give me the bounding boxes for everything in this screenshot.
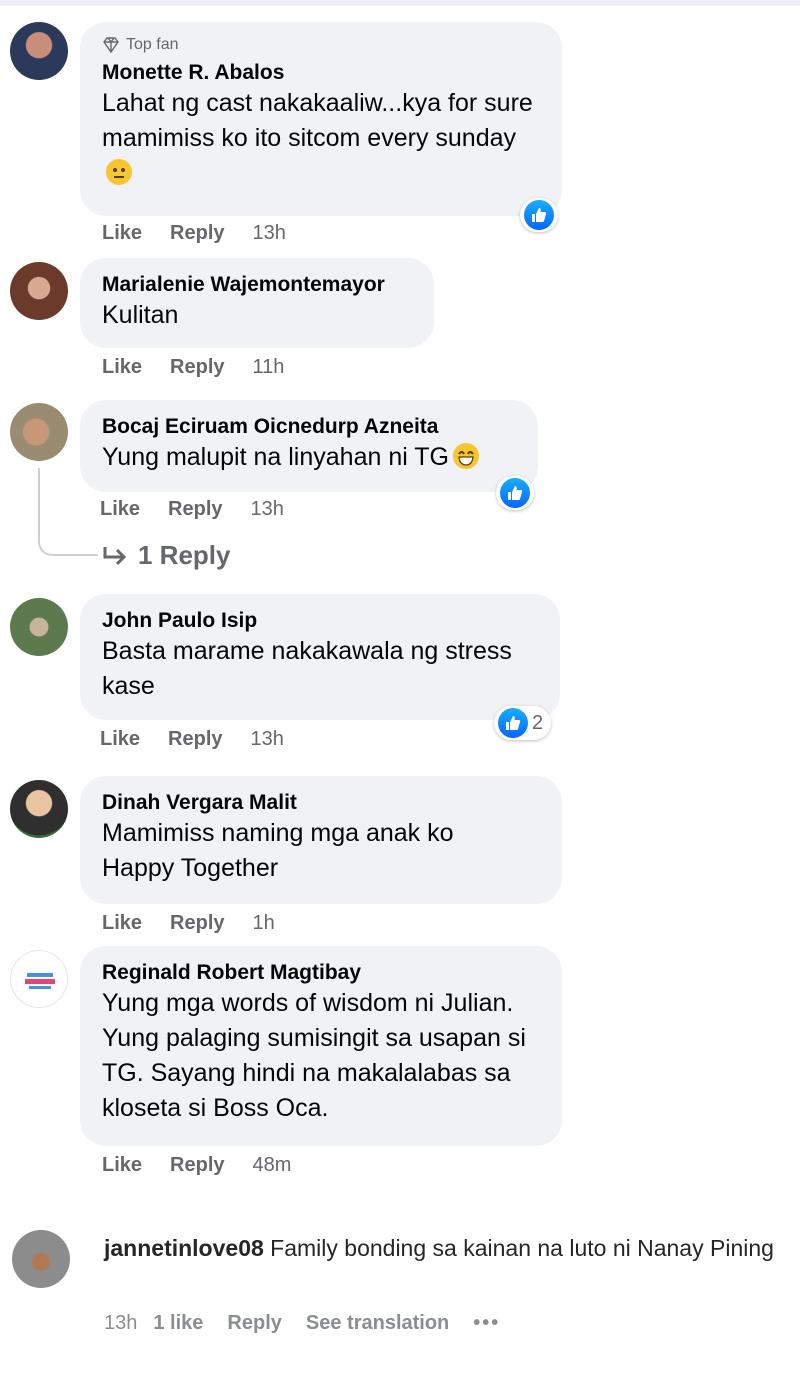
grinning-face-icon <box>453 443 479 469</box>
like-button[interactable]: Like <box>100 498 140 521</box>
comment-text: Lahat ng cast nakakaaliw...kya for sure … <box>102 86 540 191</box>
comment-actions: Like Reply 1h <box>102 912 275 935</box>
ig-commenter-name[interactable]: jannetinlove08 <box>104 1235 264 1261</box>
reply-button[interactable]: Reply <box>168 728 222 751</box>
comment-text: Yung mga words of wisdom ni Julian. Yung… <box>102 989 526 1122</box>
comment-time[interactable]: 13h <box>253 222 286 245</box>
comment-bubble: Dinah Vergara Malit Mamimiss naming mga … <box>80 776 562 904</box>
reaction-badge[interactable] <box>520 198 558 232</box>
comment-actions: Like Reply 13h <box>100 498 284 521</box>
avatar[interactable] <box>10 598 68 656</box>
commenter-name[interactable]: Reginald Robert Magtibay <box>102 960 540 986</box>
commenter-name[interactable]: John Paulo Isip <box>102 608 538 634</box>
reply-button[interactable]: Reply <box>170 222 224 245</box>
thumbs-up-icon <box>498 708 528 738</box>
comment-text-body: Yung malupit na linyahan ni TG <box>102 443 449 471</box>
like-button[interactable]: Like <box>102 1154 142 1177</box>
reply-button[interactable]: Reply <box>170 912 224 935</box>
avatar[interactable] <box>10 262 68 320</box>
commenter-name[interactable]: Monette R. Abalos <box>102 60 540 86</box>
comment-bubble: Marialenie Wajemontemayor Kulitan <box>80 258 434 348</box>
commenter-name[interactable]: Dinah Vergara Malit <box>102 790 540 816</box>
comment-time[interactable]: 13h <box>251 498 284 521</box>
comment-time[interactable]: 13h <box>251 728 284 751</box>
comment-bubble: Reginald Robert Magtibay Yung mga words … <box>80 946 562 1146</box>
avatar[interactable] <box>10 403 68 461</box>
comment-time[interactable]: 1h <box>253 912 275 935</box>
comment-time[interactable]: 48m <box>253 1154 292 1177</box>
comment-actions: Like Reply 48m <box>102 1154 291 1177</box>
reply-button[interactable]: Reply <box>170 356 224 379</box>
comment-bubble: Top fan Monette R. Abalos Lahat ng cast … <box>80 22 562 216</box>
more-options-icon[interactable]: ••• <box>473 1312 500 1335</box>
ig-like-count[interactable]: 1 like <box>153 1312 203 1335</box>
comment-text: Kulitan <box>102 301 179 329</box>
avatar[interactable] <box>10 22 68 80</box>
thumbs-up-icon <box>524 200 554 230</box>
like-button[interactable]: Like <box>102 912 142 935</box>
reaction-badge[interactable]: 2 <box>494 706 552 740</box>
ig-reply-button[interactable]: Reply <box>227 1312 281 1335</box>
comment-actions: Like Reply 11h <box>102 356 284 379</box>
commenter-name[interactable]: Bocaj Eciruam Oicnedurp Azneita <box>102 414 516 440</box>
reply-arrow-icon <box>103 546 127 565</box>
like-button[interactable]: Like <box>102 222 142 245</box>
ig-comment-time[interactable]: 13h <box>104 1312 137 1335</box>
reaction-count: 2 <box>532 711 544 734</box>
commenter-name[interactable]: Marialenie Wajemontemayor <box>102 272 412 298</box>
replies-count-label: 1 Reply <box>138 540 231 570</box>
comment-text-body: Lahat ng cast nakakaaliw...kya for sure … <box>102 89 533 152</box>
see-translation-link[interactable]: See translation <box>306 1312 449 1335</box>
reaction-badge[interactable] <box>496 476 534 510</box>
comment-text: Yung malupit na linyahan ni TG <box>102 440 516 475</box>
neutral-face-icon <box>106 159 132 185</box>
like-button[interactable]: Like <box>100 728 140 751</box>
comment-bubble: John Paulo Isip Basta marame nakakawala … <box>80 594 560 720</box>
top-fan-badge: Top fan <box>102 36 540 54</box>
thumbs-up-icon <box>500 478 530 508</box>
comment-bubble: Bocaj Eciruam Oicnedurp Azneita Yung mal… <box>80 400 538 492</box>
top-divider <box>0 0 800 6</box>
page-logo-avatar[interactable] <box>10 950 68 1008</box>
like-button[interactable]: Like <box>102 356 142 379</box>
diamond-icon <box>103 37 119 53</box>
comment-time[interactable]: 11h <box>253 356 285 379</box>
view-replies-link[interactable]: 1 Reply <box>102 540 231 571</box>
badge-label: Top fan <box>126 36 179 53</box>
comment-text: Mamimiss naming mga anak ko Happy Togeth… <box>102 819 454 882</box>
comment-actions: Like Reply 13h <box>102 222 286 245</box>
comment-text: Basta marame nakakawala ng stress kase <box>102 637 512 700</box>
comment-actions: Like Reply 13h <box>100 728 284 751</box>
avatar[interactable] <box>10 780 68 838</box>
reply-button[interactable]: Reply <box>170 1154 224 1177</box>
avatar[interactable] <box>12 1230 70 1288</box>
ig-comment-body: Family bonding sa kainan na luto ni Nana… <box>270 1235 774 1261</box>
ig-comment-text: jannetinlove08 Family bonding sa kainan … <box>104 1232 784 1264</box>
reply-button[interactable]: Reply <box>168 498 222 521</box>
ig-comment-actions: 13h 1 like Reply See translation ••• <box>104 1312 500 1335</box>
